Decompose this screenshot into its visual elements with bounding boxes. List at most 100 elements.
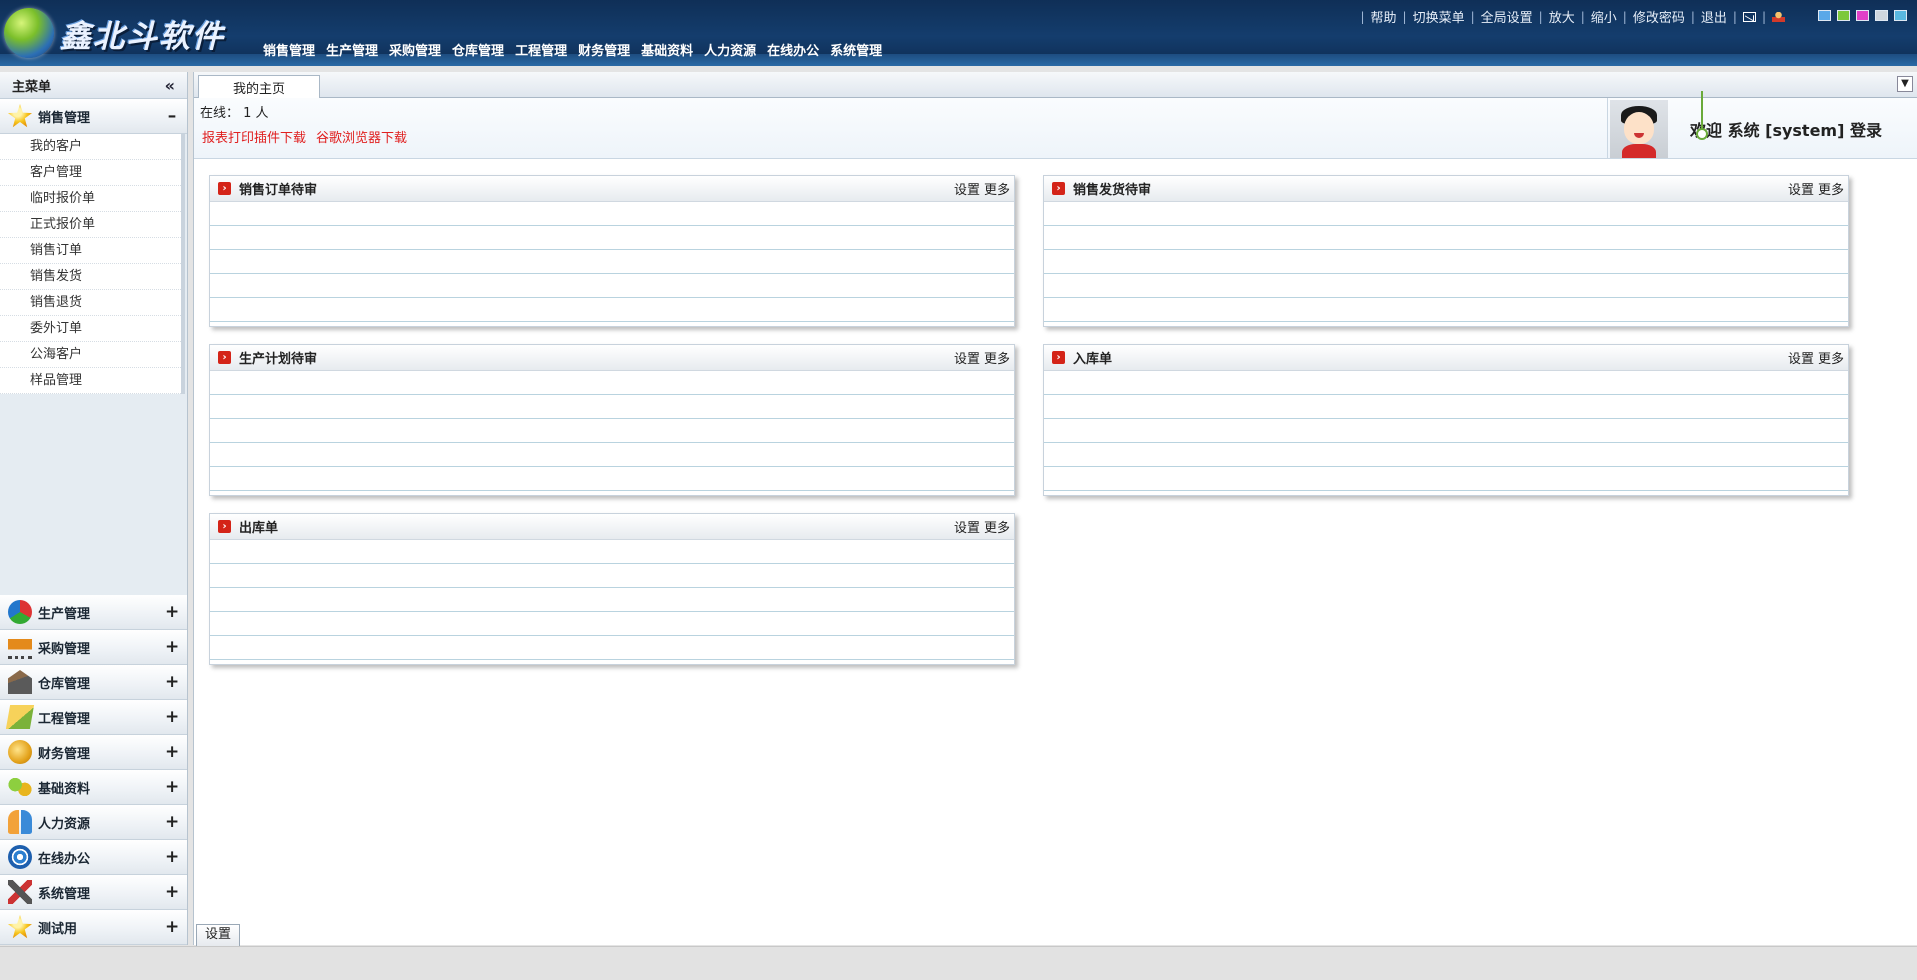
nav-office[interactable]: 在线办公 bbox=[767, 40, 819, 59]
expand-icon[interactable]: + bbox=[165, 777, 179, 797]
submenu-my-customers[interactable]: 我的客户 bbox=[0, 134, 181, 160]
nav-production[interactable]: 生产管理 bbox=[326, 40, 378, 59]
sidebar-groups: 生产管理 + 采购管理 + 仓库管理 + 工程管理 + 财务管理 + 基础资料 … bbox=[0, 595, 187, 945]
print-plugin-download-link[interactable]: 报表打印插件下载 bbox=[202, 127, 306, 146]
top-links: | 帮助 | 切换菜单 | 全局设置 | 放大 | 缩小 | 修改密码 | 退出… bbox=[1354, 7, 1785, 26]
submenu-sales-return[interactable]: 销售退货 bbox=[0, 290, 181, 316]
collapse-sidebar-icon[interactable]: « bbox=[165, 76, 175, 95]
nav-engineering[interactable]: 工程管理 bbox=[515, 40, 567, 59]
help-link[interactable]: 帮助 bbox=[1371, 7, 1397, 26]
change-password-link[interactable]: 修改密码 bbox=[1633, 7, 1685, 26]
sidebar-group-test[interactable]: 测试用 + bbox=[0, 910, 187, 945]
portlet-outbound-order: › 出库单 设置 更多 bbox=[209, 513, 1015, 665]
theme-swatch-pink[interactable] bbox=[1856, 10, 1869, 21]
sidebar-title-bar: 主菜单 « bbox=[0, 72, 187, 99]
collapse-group-icon[interactable]: – bbox=[165, 106, 179, 126]
star-icon bbox=[8, 104, 32, 128]
tab-list-dropdown-icon[interactable]: ▼ bbox=[1897, 76, 1913, 92]
sidebar-group-hr[interactable]: 人力资源 + bbox=[0, 805, 187, 840]
sidebar-group-system[interactable]: 系统管理 + bbox=[0, 875, 187, 910]
expand-icon[interactable]: + bbox=[165, 672, 179, 692]
submenu-customer-management[interactable]: 客户管理 bbox=[0, 160, 181, 186]
expand-icon[interactable]: + bbox=[165, 602, 179, 622]
user-icon[interactable] bbox=[1772, 11, 1785, 22]
arrow-right-icon: › bbox=[1052, 182, 1065, 195]
portlet-sales-order-pending: › 销售订单待审 设置 更多 bbox=[209, 175, 1015, 327]
sidebar-group-purchase[interactable]: 采购管理 + bbox=[0, 630, 187, 665]
tab-bar: 我的主页 ▼ bbox=[194, 72, 1917, 98]
nav-purchase[interactable]: 采购管理 bbox=[389, 40, 441, 59]
arrow-right-icon: › bbox=[218, 351, 231, 364]
expand-icon[interactable]: + bbox=[165, 847, 179, 867]
avatar bbox=[1610, 99, 1668, 158]
expand-icon[interactable]: + bbox=[165, 812, 179, 832]
portlet-more-link[interactable]: 更多 bbox=[1818, 183, 1844, 198]
portlet-more-link[interactable]: 更多 bbox=[984, 183, 1010, 198]
sidebar-group-label: 工程管理 bbox=[38, 711, 91, 727]
nav-hr[interactable]: 人力资源 bbox=[704, 40, 756, 59]
theme-swatch-cyan[interactable] bbox=[1894, 10, 1907, 21]
sidebar-group-label: 财务管理 bbox=[38, 746, 91, 762]
portlet-more-link[interactable]: 更多 bbox=[984, 521, 1010, 536]
sidebar-group-label: 系统管理 bbox=[38, 886, 91, 902]
sidebar-group-label: 采购管理 bbox=[38, 641, 91, 657]
nav-sales[interactable]: 销售管理 bbox=[263, 40, 315, 59]
global-settings-link[interactable]: 全局设置 bbox=[1481, 7, 1533, 26]
layout-settings-button[interactable]: 设置 bbox=[196, 924, 240, 946]
zoom-in-link[interactable]: 放大 bbox=[1549, 7, 1575, 26]
portlet-production-plan-pending: › 生产计划待审 设置 更多 bbox=[209, 344, 1015, 496]
submenu-samples[interactable]: 样品管理 bbox=[0, 368, 181, 394]
sidebar-group-office[interactable]: 在线办公 + bbox=[0, 840, 187, 875]
sidebar-group-basic-data[interactable]: 基础资料 + bbox=[0, 770, 187, 805]
submenu-formal-quote[interactable]: 正式报价单 bbox=[0, 212, 181, 238]
expand-icon[interactable]: + bbox=[165, 742, 179, 762]
logo: 鑫北斗软件 bbox=[4, 6, 225, 60]
main-nav: 销售管理 生产管理 采购管理 仓库管理 工程管理 财务管理 基础资料 人力资源 … bbox=[263, 40, 882, 59]
nav-system[interactable]: 系统管理 bbox=[830, 40, 882, 59]
sidebar-group-label: 测试用 bbox=[38, 921, 78, 937]
chrome-download-link[interactable]: 谷歌浏览器下载 bbox=[316, 127, 407, 146]
zoom-out-link[interactable]: 缩小 bbox=[1591, 7, 1617, 26]
nav-basic-data[interactable]: 基础资料 bbox=[641, 40, 693, 59]
submenu-sales-delivery[interactable]: 销售发货 bbox=[0, 264, 181, 290]
portlet-settings-link[interactable]: 设置 bbox=[954, 183, 980, 198]
expand-icon[interactable]: + bbox=[165, 917, 179, 937]
theme-swatch-blue[interactable] bbox=[1818, 10, 1831, 21]
sidebar-group-label: 基础资料 bbox=[38, 781, 91, 797]
expand-icon[interactable]: + bbox=[165, 707, 179, 727]
submenu-sales-order[interactable]: 销售订单 bbox=[0, 238, 181, 264]
expand-icon[interactable]: + bbox=[165, 637, 179, 657]
nav-warehouse[interactable]: 仓库管理 bbox=[452, 40, 504, 59]
logout-link[interactable]: 退出 bbox=[1701, 7, 1727, 26]
nav-finance[interactable]: 财务管理 bbox=[578, 40, 630, 59]
submenu-public-customers[interactable]: 公海客户 bbox=[0, 342, 181, 368]
portlet-more-link[interactable]: 更多 bbox=[1818, 352, 1844, 367]
sidebar-group-sales[interactable]: 销售管理 – bbox=[0, 99, 187, 134]
switch-menu-link[interactable]: 切换菜单 bbox=[1413, 7, 1465, 26]
portlet-title: 出库单 bbox=[239, 521, 279, 536]
welcome-box: 欢迎 系统 [system] 登录 bbox=[1607, 98, 1917, 159]
mail-icon[interactable] bbox=[1742, 11, 1756, 22]
expand-icon[interactable]: + bbox=[165, 882, 179, 902]
sidebar-group-finance[interactable]: 财务管理 + bbox=[0, 735, 187, 770]
portlet-settings-link[interactable]: 设置 bbox=[954, 521, 980, 536]
welcome-text: 欢迎 系统 [system] 登录 bbox=[1690, 120, 1882, 140]
portlet-more-link[interactable]: 更多 bbox=[984, 352, 1010, 367]
submenu-outsource-order[interactable]: 委外订单 bbox=[0, 316, 181, 342]
portlet-inbound-order: › 入库单 设置 更多 bbox=[1043, 344, 1849, 496]
portlet-settings-link[interactable]: 设置 bbox=[954, 352, 980, 367]
portlet-settings-link[interactable]: 设置 bbox=[1788, 352, 1814, 367]
arrow-right-icon: › bbox=[218, 520, 231, 533]
sidebar-group-production[interactable]: 生产管理 + bbox=[0, 595, 187, 630]
portlet-settings-link[interactable]: 设置 bbox=[1788, 183, 1814, 198]
decorative-line bbox=[1701, 91, 1703, 133]
tab-home[interactable]: 我的主页 bbox=[198, 75, 320, 98]
theme-swatch-green[interactable] bbox=[1837, 10, 1850, 21]
theme-swatch-gray[interactable] bbox=[1875, 10, 1888, 21]
portlet-title: 生产计划待审 bbox=[239, 352, 318, 367]
submenu-temp-quote[interactable]: 临时报价单 bbox=[0, 186, 181, 212]
logo-globe-icon bbox=[4, 8, 54, 58]
sidebar-group-engineering[interactable]: 工程管理 + bbox=[0, 700, 187, 735]
sidebar-group-label: 人力资源 bbox=[38, 816, 91, 832]
sidebar-group-warehouse[interactable]: 仓库管理 + bbox=[0, 665, 187, 700]
